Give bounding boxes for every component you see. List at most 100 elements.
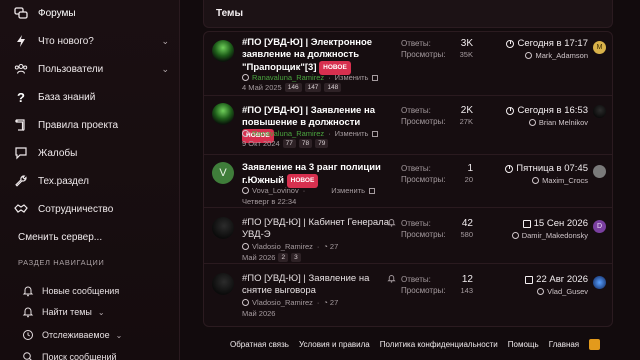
sidebar: Форумы Что нового? ⌄ Пользователи ⌄ ? Ба… [0, 0, 180, 360]
last-post-date[interactable]: 22 Авг 2026 [536, 274, 588, 285]
thread-author[interactable]: Vladosio_Ramirez [252, 298, 313, 307]
replies-count: 12 [461, 274, 473, 285]
sidebar-item-label: База знаний [38, 91, 96, 103]
thread-row[interactable]: #ПО [УВД-Ю] | Электронное заявление на д… [204, 32, 612, 96]
chat-bubble-icon: ◔ [323, 298, 328, 307]
thread-title[interactable]: #ПО [УВД-Ю] | Заявление на снятие выгово… [242, 273, 392, 297]
watch-bell-icon[interactable] [387, 218, 396, 229]
last-post-date[interactable]: 15 Сен 2026 [534, 218, 588, 229]
select-checkbox[interactable] [372, 130, 379, 137]
nav-item-new-messages[interactable]: Новые сообщения [22, 282, 169, 300]
last-poster-avatar[interactable] [593, 105, 606, 118]
last-poster-avatar[interactable]: D [593, 220, 606, 233]
last-post-user[interactable]: Mark_Adamson [535, 51, 588, 60]
thread-title-text[interactable]: #ПО [УВД-Ю] | Заявление на повышение в д… [242, 105, 375, 128]
clock-icon [505, 164, 514, 173]
chevron-down-icon[interactable]: ⌄ [116, 331, 123, 340]
thread-author[interactable]: Vova_Lovinov [252, 186, 299, 195]
avatar[interactable] [212, 40, 234, 62]
replies-label: Ответы: [401, 164, 431, 173]
select-checkbox[interactable] [369, 187, 376, 194]
footer-link-home[interactable]: Главная [549, 340, 579, 349]
thread-author[interactable]: Vladosio_Ramirez [252, 242, 313, 251]
thread-stats: Ответы: 42 Просмотры: 580 [401, 218, 473, 240]
page-link[interactable]: 146 [284, 83, 302, 92]
last-poster-avatar[interactable] [593, 165, 606, 178]
wrench-icon [14, 174, 28, 188]
last-post-user[interactable]: Maxim_Crocs [542, 176, 588, 185]
watch-bell-icon[interactable] [387, 274, 396, 285]
sidebar-item-whats-new[interactable]: Что нового? ⌄ [14, 30, 169, 52]
last-post-date[interactable]: Пятница в 07:45 [516, 163, 588, 174]
thread-title[interactable]: Заявление на 3 ранг полиции г.Южный НОВО… [242, 162, 402, 188]
thread-author[interactable]: Ranavaluna_Ramirez [252, 73, 324, 82]
last-poster-avatar[interactable] [593, 276, 606, 289]
last-post[interactable]: Пятница в 07:45 Maxim_Crocs [505, 163, 588, 185]
avatar[interactable]: V [212, 162, 234, 184]
sidebar-item-complaints[interactable]: Жалобы [14, 142, 169, 164]
chevron-down-icon[interactable]: ⌄ [161, 36, 169, 47]
page-link[interactable]: 77 [282, 139, 296, 148]
edit-link[interactable]: Изменить [335, 73, 369, 82]
footer-link-privacy[interactable]: Политика конфиденциальности [380, 340, 498, 349]
handshake-icon [14, 202, 28, 216]
page-link[interactable]: 147 [304, 83, 322, 92]
thread-title-text[interactable]: #ПО [УВД-Ю] | Электронное заявление на д… [242, 37, 372, 73]
page-link[interactable]: 79 [315, 139, 329, 148]
chat-warning-icon [14, 146, 28, 160]
thread-title[interactable]: #ПО [УВД-Ю] | Электронное заявление на д… [242, 37, 392, 75]
last-post-user[interactable]: Brian Melnikov [539, 118, 588, 127]
thread-row[interactable]: #ПО [УВД-Ю] | Заявление на снятие выгово… [204, 265, 612, 326]
thread-row[interactable]: #ПО [УВД-Ю] | Заявление на повышение в д… [204, 97, 612, 155]
last-post-date[interactable]: Сегодня в 17:17 [517, 38, 588, 49]
page-link[interactable]: 78 [298, 139, 313, 148]
last-post[interactable]: 15 Сен 2026 Damir_Makedonsky [511, 218, 588, 240]
footer-link-terms[interactable]: Условия и правила [299, 340, 370, 349]
footer-link-help[interactable]: Помощь [508, 340, 539, 349]
thread-title-text[interactable]: #ПО [УВД-Ю] | Заявление на снятие выгово… [242, 273, 369, 296]
last-post-user[interactable]: Vlad_Gusev [547, 287, 588, 296]
nav-item-watched[interactable]: Отслеживаемое ⌄ [22, 326, 169, 344]
change-server-link[interactable]: Сменить сервер... [18, 226, 169, 248]
edit-link[interactable]: Изменить [335, 129, 369, 138]
chevron-down-icon[interactable]: ⌄ [161, 64, 169, 75]
page-link[interactable]: 2 [278, 253, 289, 262]
select-checkbox[interactable] [372, 74, 379, 81]
chevron-down-icon[interactable]: ⌄ [98, 308, 105, 317]
inline-replies: 27 [329, 298, 339, 307]
thread-author[interactable]: Ranavaluna_Ramirez [252, 129, 324, 138]
nav-item-find-threads[interactable]: Найти темы ⌄ [22, 303, 169, 321]
sidebar-item-knowledge-base[interactable]: ? База знаний [14, 86, 169, 108]
separator: · [328, 73, 331, 82]
sidebar-item-users[interactable]: Пользователи ⌄ [14, 58, 169, 80]
sidebar-item-forums[interactable]: Форумы [14, 2, 169, 24]
chat-bubble-icon: ◔ [323, 242, 328, 251]
thread-title[interactable]: #ПО [УВД-Ю] | Кабинет Генерала УВД-Э [242, 217, 392, 241]
last-post[interactable]: Сегодня в 17:17 Mark_Adamson [506, 38, 588, 60]
user-icon [242, 187, 249, 194]
thread-row[interactable]: V Заявление на 3 ранг полиции г.Южный НО… [204, 156, 612, 208]
avatar[interactable] [212, 217, 234, 239]
last-post[interactable]: 22 Авг 2026 Vlad_Gusev [525, 274, 588, 296]
avatar[interactable] [212, 103, 234, 125]
edit-link[interactable]: Изменить [331, 186, 365, 195]
footer-link-feedback[interactable]: Обратная связь [230, 340, 289, 349]
sidebar-item-tech[interactable]: Тех.раздел [14, 170, 169, 192]
last-poster-avatar[interactable]: M [593, 41, 606, 54]
page-link[interactable]: 3 [291, 253, 301, 262]
thread-date: Май 2026 [242, 253, 276, 262]
thread-date-line: Май 2026 [242, 309, 275, 318]
page-link[interactable]: 148 [324, 83, 342, 92]
thread-stats: Ответы: 12 Просмотры: 143 [401, 274, 473, 296]
rss-icon[interactable] [589, 339, 601, 350]
avatar[interactable] [212, 273, 234, 295]
nav-item-search-messages[interactable]: Поиск сообщений [22, 348, 169, 360]
sidebar-item-rules[interactable]: Правила проекта [14, 114, 169, 136]
last-post-user[interactable]: Damir_Makedonsky [522, 231, 588, 240]
thread-title-text[interactable]: #ПО [УВД-Ю] | Кабинет Генерала УВД-Э [242, 217, 389, 240]
thread-row[interactable]: #ПО [УВД-Ю] | Кабинет Генерала УВД-Э Vla… [204, 209, 612, 264]
sidebar-item-cooperation[interactable]: Сотрудничество [14, 198, 169, 220]
last-post-date[interactable]: Сегодня в 16:53 [517, 105, 588, 116]
sidebar-item-label: Пользователи [38, 63, 104, 75]
last-post[interactable]: Сегодня в 16:53 Brian Melnikov [506, 105, 588, 127]
